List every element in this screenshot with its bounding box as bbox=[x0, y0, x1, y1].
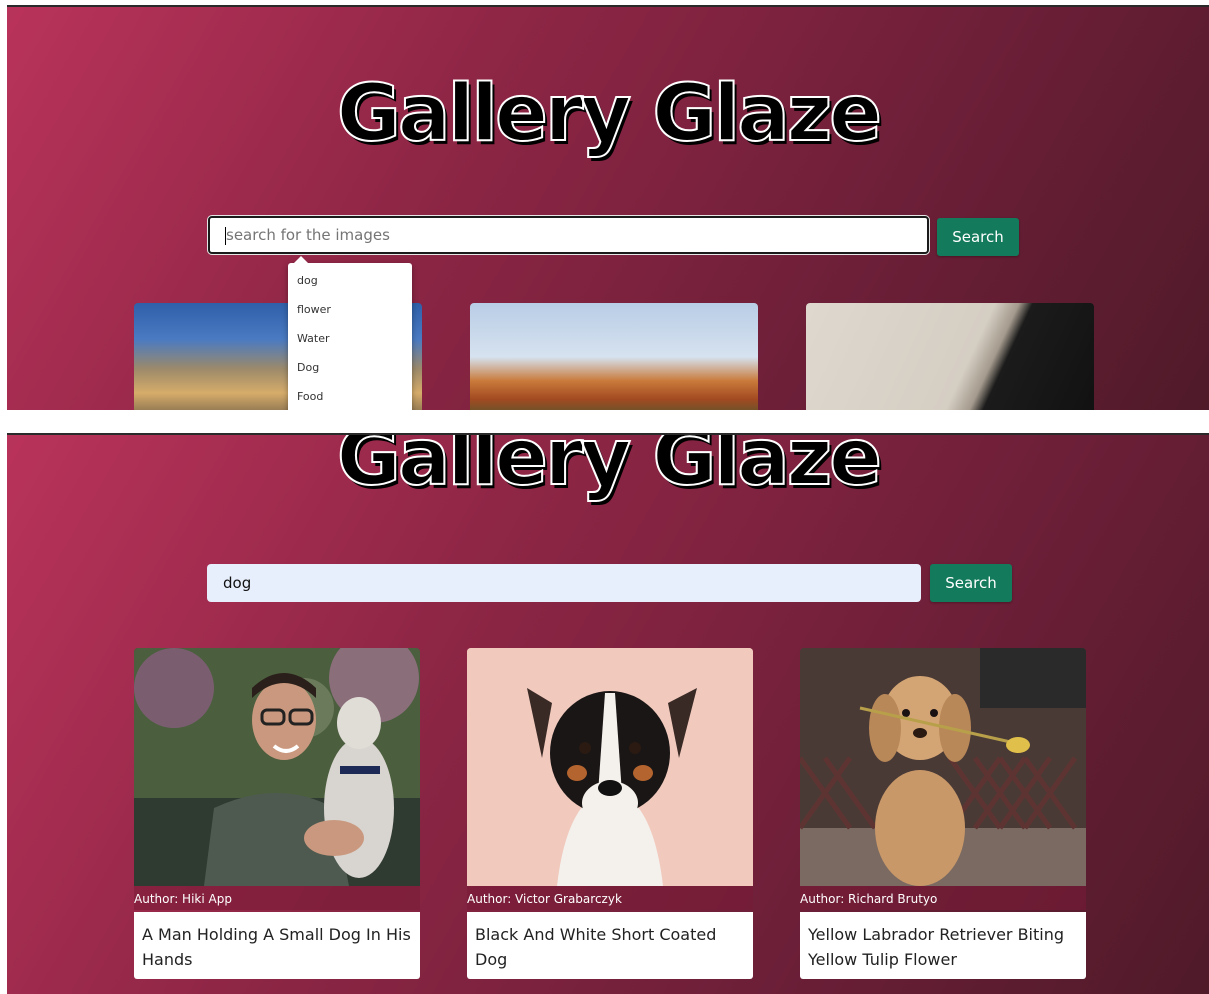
image-card[interactable]: Author: Hiki App A Man Holding A Small D… bbox=[134, 648, 420, 979]
suggestion-item[interactable]: Food bbox=[288, 387, 412, 410]
card-description: Yellow Labrador Retriever Biting Yellow … bbox=[800, 912, 1086, 979]
image-card[interactable]: Author: Victor Grabarczyk Black And Whit… bbox=[467, 648, 753, 979]
photo-illustration bbox=[800, 648, 1086, 886]
card-photo-man-with-dog[interactable] bbox=[134, 648, 420, 886]
search-field[interactable] bbox=[226, 226, 927, 244]
card-photo-labrador-tulip[interactable] bbox=[800, 648, 1086, 886]
card-author: Author: Richard Brutyo bbox=[800, 886, 1086, 910]
photo-illustration bbox=[467, 648, 753, 886]
gallery-panel-autocomplete: Gallery Glaze Search dog flower Water Do… bbox=[7, 7, 1209, 410]
card-description: Black And White Short Coated Dog bbox=[467, 912, 753, 979]
suggestion-item[interactable]: flower bbox=[288, 300, 412, 329]
card-description: A Man Holding A Small Dog In His Hands bbox=[134, 912, 420, 979]
card-author: Author: Victor Grabarczyk bbox=[467, 886, 753, 910]
text-caret bbox=[225, 227, 226, 245]
photo-illustration bbox=[134, 648, 420, 886]
image-card[interactable]: Author: Richard Brutyo Yellow Labrador R… bbox=[800, 648, 1086, 979]
search-input[interactable] bbox=[208, 216, 929, 254]
app-title: Gallery Glaze bbox=[336, 435, 883, 504]
suggestion-item[interactable]: Dog bbox=[288, 358, 412, 387]
card-photo-black-white-dog[interactable] bbox=[467, 648, 753, 886]
search-button[interactable]: Search bbox=[930, 564, 1012, 602]
app-title: Gallery Glaze bbox=[336, 68, 883, 160]
autocomplete-dropdown: dog flower Water Dog Food bbox=[288, 256, 412, 410]
suggestion-item[interactable]: Water bbox=[288, 329, 412, 358]
search-input-filled[interactable]: dog bbox=[207, 564, 921, 602]
image-thumb-texture[interactable] bbox=[806, 303, 1094, 410]
suggestion-item[interactable]: dog bbox=[288, 271, 412, 300]
card-author: Author: Hiki App bbox=[134, 886, 420, 910]
gallery-panel-results: Gallery Glaze dog Search Author: Hiki Ap… bbox=[7, 435, 1209, 994]
search-button[interactable]: Search bbox=[937, 218, 1019, 256]
image-thumb-forest[interactable] bbox=[470, 303, 758, 410]
